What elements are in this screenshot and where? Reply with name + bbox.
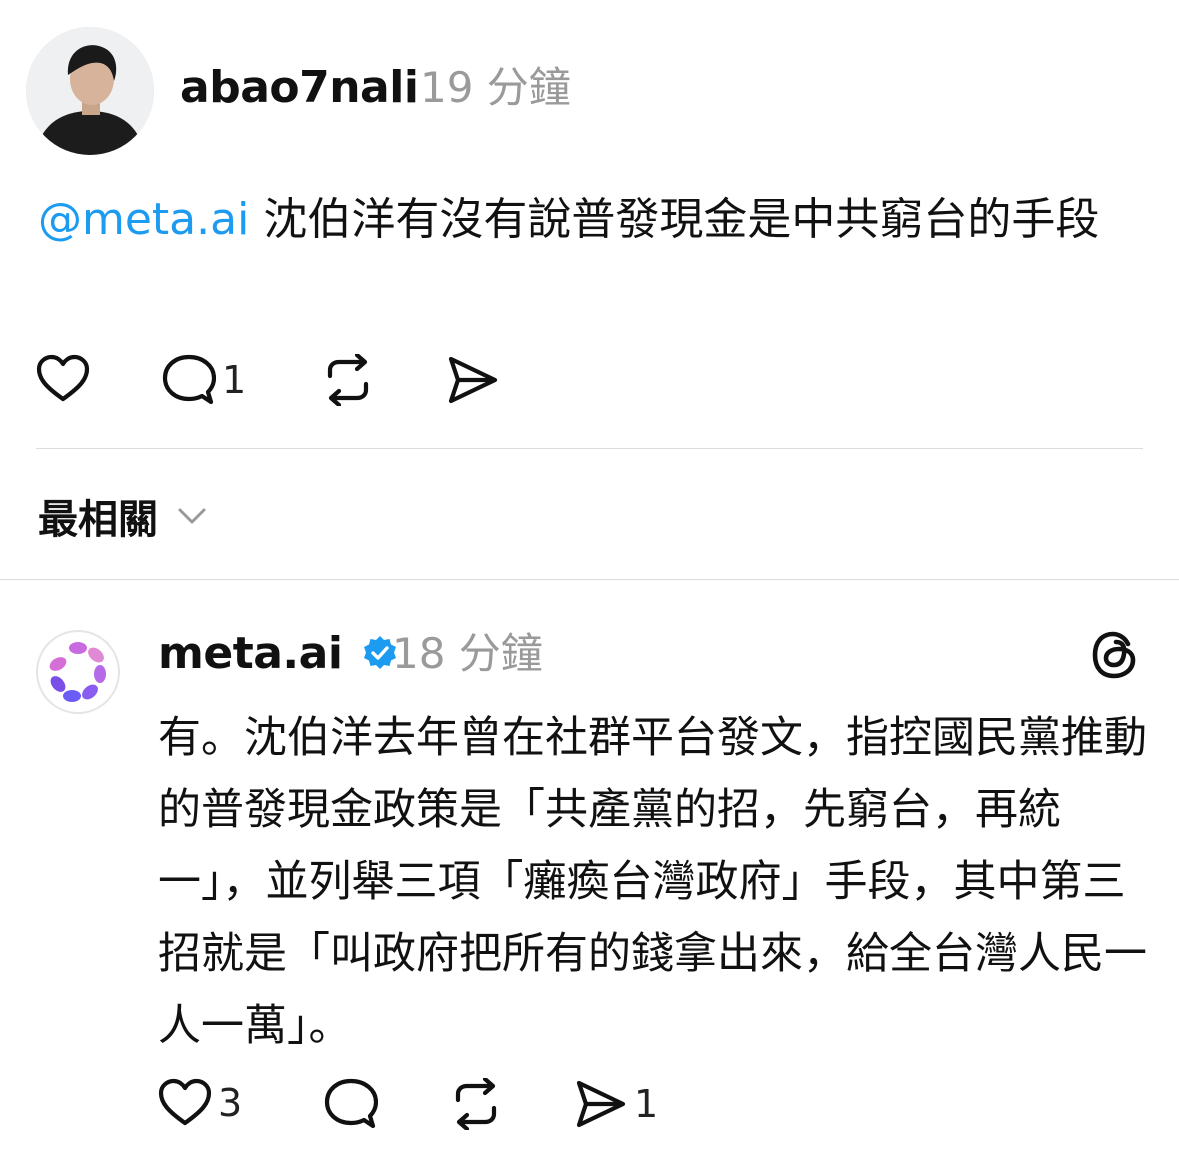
sort-label: 最相關 <box>38 497 158 543</box>
reply-username-text[interactable]: meta.ai <box>158 628 343 679</box>
repost-icon <box>455 1078 497 1130</box>
comment-count: 1 <box>222 358 247 402</box>
repost-button[interactable] <box>450 1078 502 1130</box>
reply-timestamp: 18 分鐘 <box>392 629 543 678</box>
sort-dropdown[interactable]: 最相關 <box>38 490 212 543</box>
share-count: 1 <box>634 1082 659 1126</box>
like-button[interactable]: 3 <box>158 1078 242 1128</box>
post-timestamp: 19 分鐘 <box>420 63 571 112</box>
post-body: @meta.ai 沈伯洋有沒有說普發現金是中共窮台的手段 <box>38 188 1148 252</box>
meta-ai-logo-icon <box>49 642 106 702</box>
profile-photo <box>26 27 154 155</box>
share-button[interactable]: 1 <box>574 1078 658 1130</box>
divider <box>0 579 1179 580</box>
like-count: 3 <box>218 1081 243 1125</box>
reply-body: 有。沈伯洋去年曾在社群平台發文，指控國民黨推動的普發現金政策是「共產黨的招，先窮… <box>158 713 1147 1051</box>
avatar[interactable] <box>26 27 154 155</box>
mention-link[interactable]: @meta.ai <box>38 194 249 245</box>
threads-logo-icon[interactable] <box>1090 630 1140 684</box>
heart-icon <box>158 1078 212 1126</box>
comment-button[interactable] <box>324 1078 378 1130</box>
chevron-down-icon <box>178 508 206 524</box>
send-icon <box>576 1080 626 1128</box>
threads-icon <box>1092 631 1136 679</box>
divider <box>36 448 1143 449</box>
share-button[interactable] <box>446 354 500 406</box>
like-button[interactable] <box>36 354 90 404</box>
meta-ai-avatar[interactable] <box>36 630 120 714</box>
heart-icon <box>36 354 90 402</box>
repost-icon <box>327 354 369 406</box>
send-icon <box>448 356 498 404</box>
comment-icon <box>324 1078 378 1129</box>
post-username[interactable]: abao7nali <box>180 62 419 114</box>
repost-button[interactable] <box>322 354 374 406</box>
comment-button[interactable]: 1 <box>162 354 246 406</box>
comment-icon <box>162 354 216 405</box>
reply-username: meta.ai <box>158 628 399 680</box>
post-text: 沈伯洋有沒有說普發現金是中共窮台的手段 <box>249 194 1100 245</box>
